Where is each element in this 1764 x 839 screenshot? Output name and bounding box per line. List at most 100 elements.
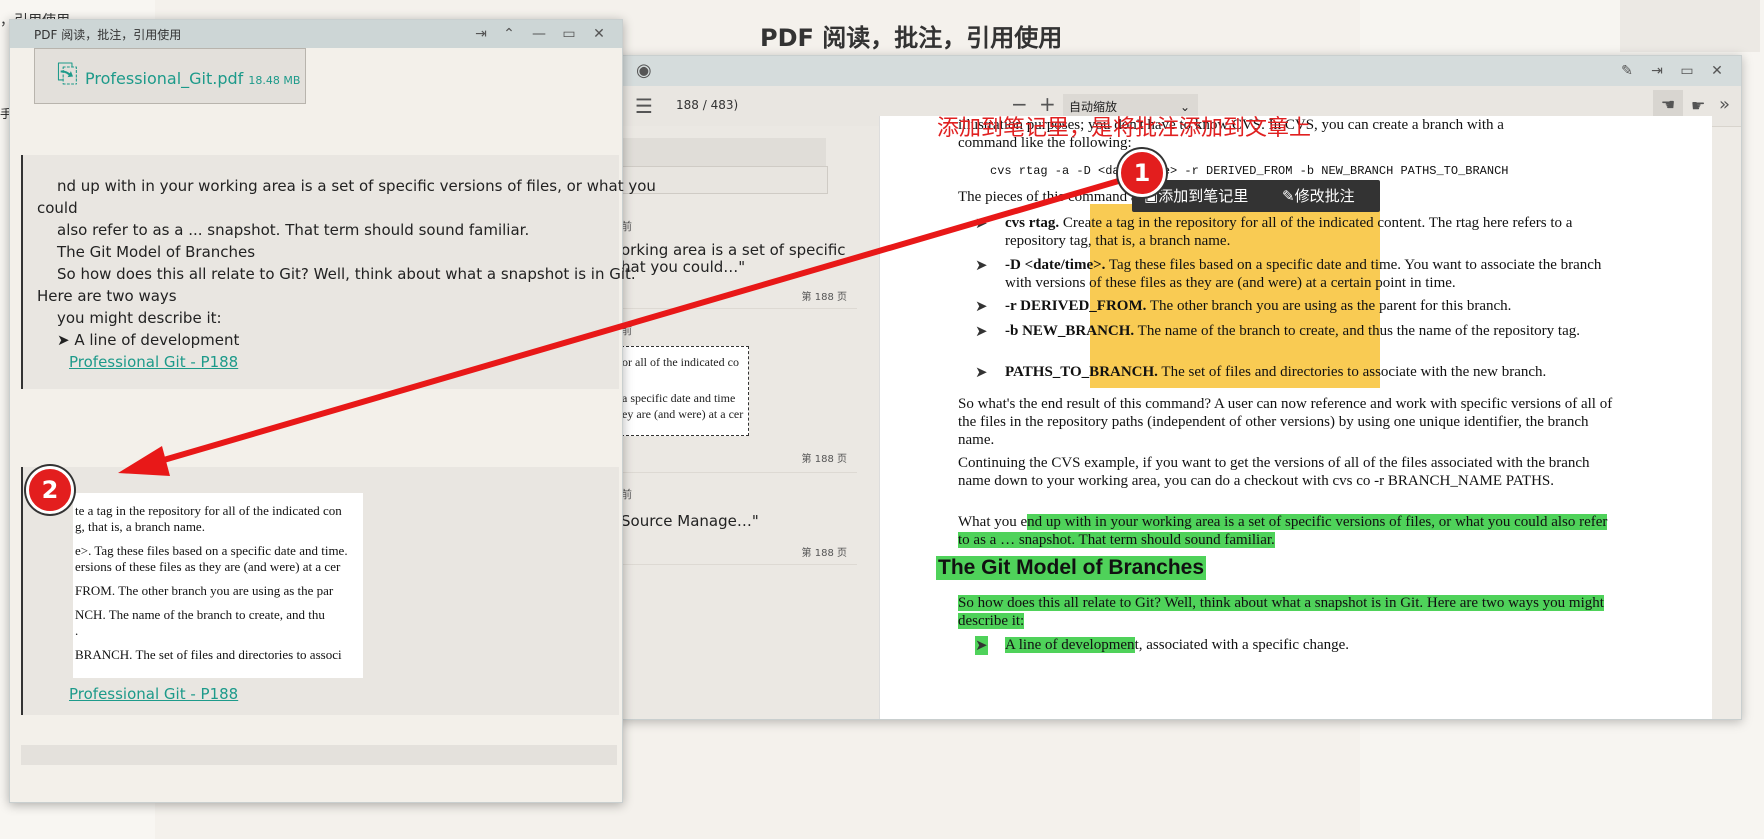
grab-icon[interactable]: ☛	[1691, 96, 1705, 115]
pdf-list-item: cvs rtag. Create a tag in the repository…	[1005, 214, 1605, 250]
pdf-list-item: -r DERIVED_FROM. The other branch you ar…	[1005, 297, 1605, 315]
term: -b NEW_BRANCH.	[1005, 323, 1135, 339]
notes-title: PDF 阅读，批注，引用使用	[34, 28, 182, 42]
edit-icon: ✎	[1282, 187, 1295, 205]
pdf-command: cvs rtag -a -D <date/time> -r DERIVED_FR…	[990, 164, 1509, 178]
bullet-icon: ➤	[975, 258, 988, 274]
more-icon[interactable]: »	[1719, 94, 1730, 115]
note-source-link[interactable]: Professional Git - P188	[69, 353, 238, 371]
attachment-link[interactable]: Professional_Git.pdf 18.48 MB	[85, 69, 300, 88]
snapshot-line: ersions of these files as they are (and …	[75, 559, 341, 574]
snapshot-line: .	[75, 623, 79, 638]
pdf-list-item: -D <date/time>. Tag these files based on…	[1005, 256, 1605, 292]
annotation-text: Source Manage…"	[621, 512, 759, 530]
green-highlight[interactable]: So how does this all relate to Git? Well…	[958, 595, 1604, 629]
annotation-card[interactable]: 前 orking area is a set of specific hat y…	[621, 208, 857, 309]
edit-icon[interactable]: ✎	[1616, 60, 1638, 82]
pdf-paragraph: Continuing the CVS example, if you want …	[958, 455, 1590, 489]
add-to-note-label: 添加到笔记里	[1158, 187, 1249, 205]
pdf-text: t, associated with a specific change.	[1134, 637, 1350, 653]
note-block[interactable]: te a tag in the repository for all of th…	[21, 467, 619, 715]
minimize-button[interactable]: —	[528, 23, 550, 45]
snapshot-line: e>. Tag these files based on a specific …	[75, 543, 348, 558]
eye-icon[interactable]: ◉	[636, 60, 652, 81]
annotation-page: 第 188 页	[801, 548, 847, 559]
bullet-icon: ➤	[975, 216, 988, 232]
term: cvs rtag.	[1005, 215, 1060, 231]
snapshot-line: te a tag in the repository for all of th…	[75, 503, 342, 518]
term: PATHS_TO_BRANCH.	[1005, 364, 1158, 380]
annotation-page: 第 188 页	[801, 454, 847, 465]
bullet-icon: ➤	[975, 324, 988, 340]
term-desc: The name of the branch to create, and th…	[1134, 323, 1580, 339]
background-thumbnail	[1620, 0, 1760, 52]
annotation-sidebar: 前 orking area is a set of specific hat y…	[621, 126, 880, 719]
note-line: nd up with in your working area is a set…	[57, 177, 656, 195]
snapshot-line: ey are (and were) at a cer	[622, 407, 744, 421]
pdf-paragraph: So how does this all relate to Git? Well…	[958, 594, 1618, 630]
term-desc: The set of files and directories to asso…	[1157, 364, 1547, 380]
bullet-icon: ➤	[975, 365, 988, 381]
term-desc: The other branch you are using as the pa…	[1146, 298, 1512, 314]
pin-icon[interactable]: ⇥	[470, 23, 492, 45]
snapshot-line: BRANCH. The set of files and directories…	[75, 647, 342, 662]
pdf-list-item: A line of development, associated with a…	[1005, 636, 1605, 654]
maximize-button[interactable]: ▭	[1676, 60, 1698, 82]
green-highlight[interactable]: A line of developmen	[1005, 637, 1135, 653]
close-button[interactable]: ✕	[588, 23, 610, 45]
pdf-heading[interactable]: The Git Model of Branches	[936, 556, 1207, 580]
snapshot-line: NCH. The name of the branch to create, a…	[75, 607, 325, 622]
term: -r DERIVED_FROM.	[1005, 298, 1147, 314]
note-line: ➤ A line of development	[57, 331, 240, 349]
pdf-list-item: -b NEW_BRANCH. The name of the branch to…	[1005, 322, 1605, 340]
notes-window: PDF 阅读，批注，引用使用 ⇥ ⌃ — ▭ ✕ ⎘ Professional_…	[9, 19, 656, 803]
attachment-size: 18.48 MB	[248, 74, 301, 87]
step-marker-2: 2	[26, 466, 74, 514]
sidebar-header	[621, 138, 826, 166]
collapse-icon[interactable]: ⌃	[498, 23, 520, 45]
term: -D <date/time>.	[1005, 257, 1106, 273]
note-line: also refer to as a ... snapshot. That te…	[57, 221, 530, 239]
pdf-titlebar: ◉ ✎ ⇥ ▭ ✕	[621, 56, 1741, 86]
pdf-file-icon: ⎘	[57, 59, 78, 89]
bullet-icon: ➤	[975, 636, 988, 655]
note-line: So how does this all relate to Git? Well…	[57, 265, 636, 283]
notes-titlebar: PDF 阅读，批注，引用使用 ⇥ ⌃ — ▭ ✕	[10, 20, 622, 48]
maximize-button[interactable]: ▭	[558, 23, 580, 45]
annotation-card[interactable]: 前 or all of the indicated co a specific …	[621, 312, 857, 473]
term-desc: Create a tag in the repository for all o…	[1005, 215, 1573, 249]
note-line: The Git Model of Branches	[57, 243, 256, 261]
note-line: could	[37, 199, 78, 217]
pdf-paragraph: What you end up with in your working are…	[958, 513, 1618, 549]
attachment-box[interactable]: ⎘ Professional_Git.pdf 18.48 MB	[34, 48, 306, 104]
annotation-snapshot: or all of the indicated co a specific da…	[621, 346, 749, 436]
annotation-page: 第 188 页	[801, 292, 847, 303]
note-line: you might describe it:	[57, 309, 222, 327]
note-source-link[interactable]: Professional Git - P188	[69, 685, 238, 703]
green-highlight[interactable]: nd up with in your working area is a set…	[958, 514, 1608, 548]
pin-icon[interactable]: ⇥	[1646, 60, 1668, 82]
step-marker-1: 1	[1118, 149, 1166, 197]
note-input-area[interactable]	[21, 745, 617, 765]
snapshot-line: g, that is, a branch name.	[75, 519, 205, 534]
annotation-card[interactable]: 前 Source Manage…" 第 188 页	[621, 476, 857, 565]
page-count: 188 / 483)	[676, 98, 739, 112]
close-button[interactable]: ✕	[1706, 60, 1728, 82]
edit-annotation-label: 修改批注	[1294, 187, 1355, 205]
snapshot-line: FROM. The other branch you are using as …	[75, 583, 334, 598]
annotation-context-menu: ▣添加到笔记里 ✎修改批注	[1132, 180, 1380, 212]
attachment-name: Professional_Git.pdf	[85, 69, 244, 88]
annotation-text: orking area is a set of specific hat you…	[621, 241, 846, 276]
background-title: PDF 阅读，批注，引用使用	[760, 24, 1063, 52]
pdf-viewer-window: ◉ ✎ ⇥ ▭ ✕ ☰ 188 / 483) − + 自动缩放 ⌄ ☚ ☛ » 前…	[620, 55, 1742, 720]
pdf-list-item: PATHS_TO_BRANCH. The set of files and di…	[1005, 363, 1605, 381]
edit-annotation-button[interactable]: ✎修改批注	[1282, 180, 1355, 212]
sidebar-toggle-icon[interactable]: ☰	[635, 94, 653, 118]
bullet-icon: ➤	[975, 299, 988, 315]
snapshot-line: or all of the indicated co	[622, 355, 739, 369]
annotation-explanation-text: 添加到笔记里，是将批注添加到文章上	[937, 116, 1312, 141]
note-block[interactable]: nd up with in your working area is a set…	[21, 155, 656, 389]
pdf-paragraph: So what's the end result of this command…	[958, 396, 1613, 448]
snapshot-line: a specific date and time	[622, 391, 736, 405]
note-line: Here are two ways	[37, 287, 177, 305]
